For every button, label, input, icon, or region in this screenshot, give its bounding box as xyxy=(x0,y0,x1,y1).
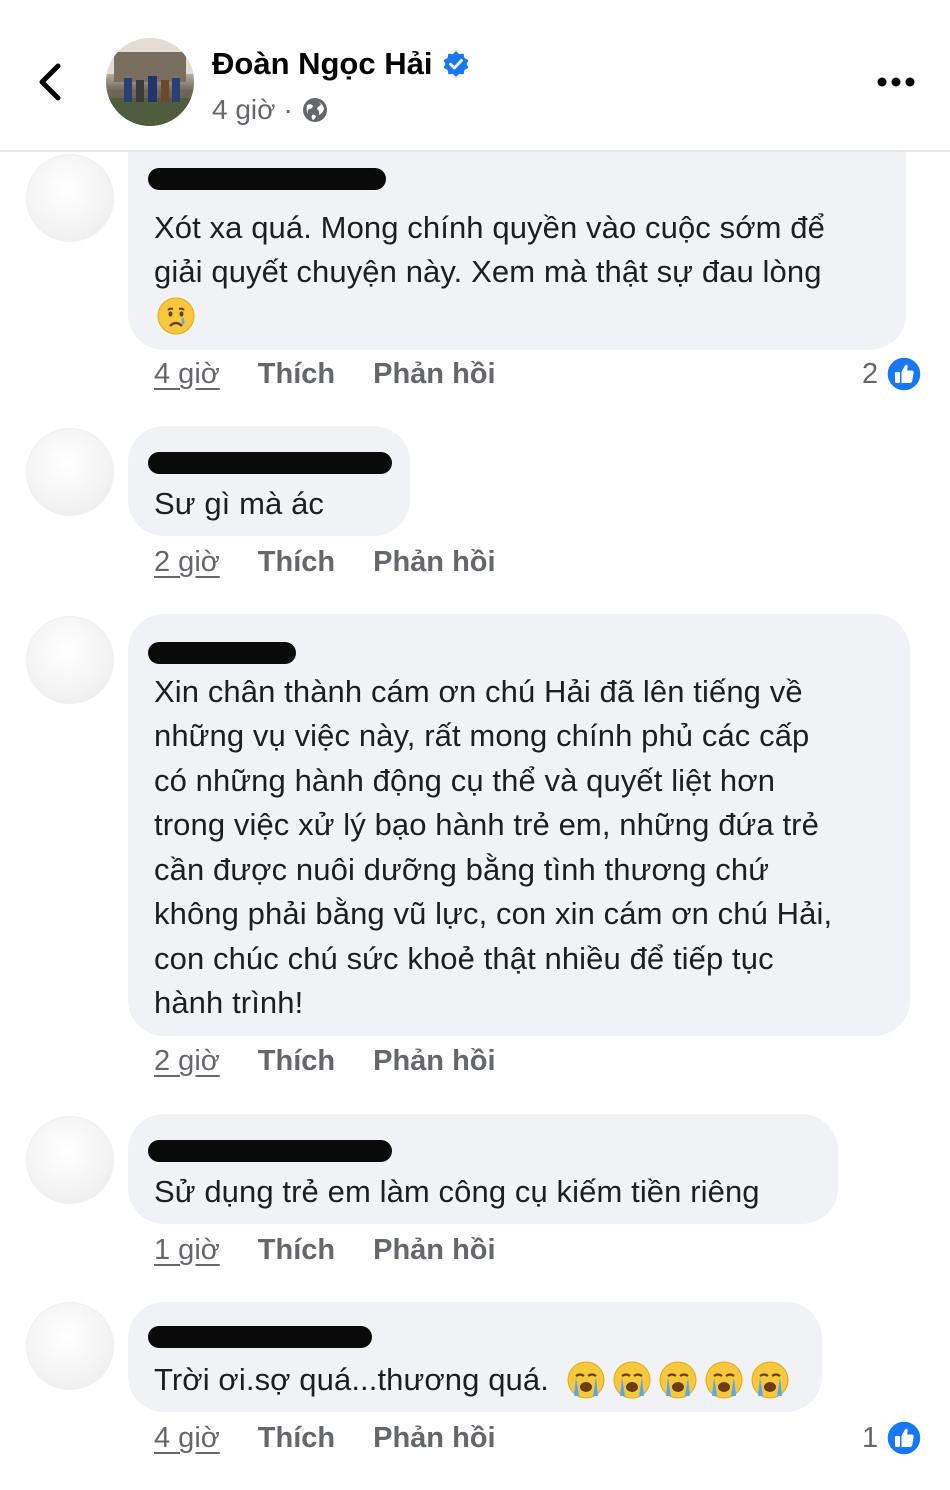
meta-separator: · xyxy=(283,94,293,125)
comment-line: hành trình! xyxy=(154,985,304,1020)
reaction-count-value: 1 xyxy=(862,1421,879,1454)
reaction-count[interactable]: 2 xyxy=(862,356,922,392)
redacted-commenter-name xyxy=(148,1326,372,1348)
commenter-avatar[interactable] xyxy=(26,1116,114,1204)
more-options-icon[interactable] xyxy=(876,72,916,92)
reaction-count[interactable]: 1 xyxy=(862,1420,922,1456)
globe-icon xyxy=(302,98,327,122)
commenter-avatar[interactable] xyxy=(26,428,114,516)
comment-line: Trời ơi.sợ quá...thương quá. xyxy=(154,1362,549,1397)
like-button[interactable]: Thích xyxy=(258,358,335,391)
redacted-commenter-name xyxy=(148,1140,392,1162)
loudly-crying-face-emoji xyxy=(613,1361,651,1399)
loudly-crying-face-emoji xyxy=(567,1361,605,1399)
reply-button[interactable]: Phản hồi xyxy=(373,546,495,579)
comment-line: cần được nuôi dưỡng bằng tình thương chứ xyxy=(154,852,770,887)
comment-line: có những hành động cụ thể và quyết liệt … xyxy=(154,763,776,798)
loudly-crying-face-emoji xyxy=(705,1361,743,1399)
like-reaction-icon xyxy=(886,356,922,392)
comment-line: Sư gì mà ác xyxy=(154,486,325,521)
comment-actions: 2 giờ Thích Phản hồi xyxy=(154,546,496,579)
post-header: Đoàn Ngọc Hải 4 giờ · xyxy=(0,0,950,152)
comment-actions: 4 giờ Thích Phản hồi xyxy=(154,358,496,391)
redacted-commenter-name xyxy=(148,642,296,664)
commenter-avatar[interactable] xyxy=(26,616,114,704)
back-arrow-icon[interactable] xyxy=(32,60,72,104)
comment-bubble: Sư gì mà ác xyxy=(128,426,410,536)
loudly-crying-face-emoji xyxy=(659,1361,697,1399)
author-avatar[interactable] xyxy=(106,38,194,126)
comment-time-link[interactable]: 4 giờ xyxy=(154,1422,220,1455)
comment-time-link[interactable]: 4 giờ xyxy=(154,358,220,391)
commenter-avatar[interactable] xyxy=(26,1302,114,1390)
reply-button[interactable]: Phản hồi xyxy=(373,1045,495,1078)
comment-line: Xót xa quá. Mong chính quyền vào cuộc sớ… xyxy=(154,210,825,245)
like-reaction-icon xyxy=(886,1420,922,1456)
emoji-row xyxy=(566,1360,790,1400)
comment-line: giải quyết chuyện này. Xem mà thật sự đa… xyxy=(154,254,822,289)
redacted-commenter-name xyxy=(148,452,392,474)
comment-time-link[interactable]: 2 giờ xyxy=(154,546,220,579)
author-name-text: Đoàn Ngọc Hải xyxy=(212,46,433,81)
reply-button[interactable]: Phản hồi xyxy=(373,358,495,391)
comment-bubble: Xin chân thành cám ơn chú Hải đã lên tiế… xyxy=(128,614,910,1036)
like-button[interactable]: Thích xyxy=(258,546,335,579)
comment-line: không phải bằng vũ lực, con xin cám ơn c… xyxy=(154,896,833,931)
like-button[interactable]: Thích xyxy=(258,1234,335,1267)
reaction-count-value: 2 xyxy=(862,357,879,390)
comment-time-link[interactable]: 2 giờ xyxy=(154,1045,220,1078)
verified-badge-icon xyxy=(444,51,469,77)
comment-actions: 4 giờ Thích Phản hồi xyxy=(154,1422,496,1455)
crying-face-emoji xyxy=(156,296,196,336)
like-button[interactable]: Thích xyxy=(258,1045,335,1078)
comment-bubble: Xót xa quá. Mong chính quyền vào cuộc sớ… xyxy=(128,152,906,350)
author-name[interactable]: Đoàn Ngọc Hải xyxy=(212,46,470,82)
comment-line: trong việc xử lý bạo hành trẻ em, những … xyxy=(154,807,819,842)
redacted-commenter-name xyxy=(148,168,386,190)
loudly-crying-face-emoji xyxy=(751,1361,789,1399)
comment-line: Sử dụng trẻ em làm công cụ kiếm tiền riê… xyxy=(154,1174,760,1209)
comment-line: những vụ việc này, rất mong chính phủ cá… xyxy=(154,718,810,753)
comment-actions: 1 giờ Thích Phản hồi xyxy=(154,1234,496,1267)
comment-time-link[interactable]: 1 giờ xyxy=(154,1234,220,1267)
comment-line: Xin chân thành cám ơn chú Hải đã lên tiế… xyxy=(154,674,803,709)
comment-line: con chúc chú sức khoẻ thật nhiều để tiếp… xyxy=(154,941,774,976)
post-meta: 4 giờ · xyxy=(212,94,329,126)
comment-actions: 2 giờ Thích Phản hồi xyxy=(154,1045,496,1078)
comment-bubble: Sử dụng trẻ em làm công cụ kiếm tiền riê… xyxy=(128,1114,838,1224)
reply-button[interactable]: Phản hồi xyxy=(373,1422,495,1455)
post-time: 4 giờ xyxy=(212,94,276,125)
reply-button[interactable]: Phản hồi xyxy=(373,1234,495,1267)
like-button[interactable]: Thích xyxy=(258,1422,335,1455)
comment-bubble: Trời ơi.sợ quá...thương quá. xyxy=(128,1302,822,1412)
commenter-avatar[interactable] xyxy=(26,154,114,242)
